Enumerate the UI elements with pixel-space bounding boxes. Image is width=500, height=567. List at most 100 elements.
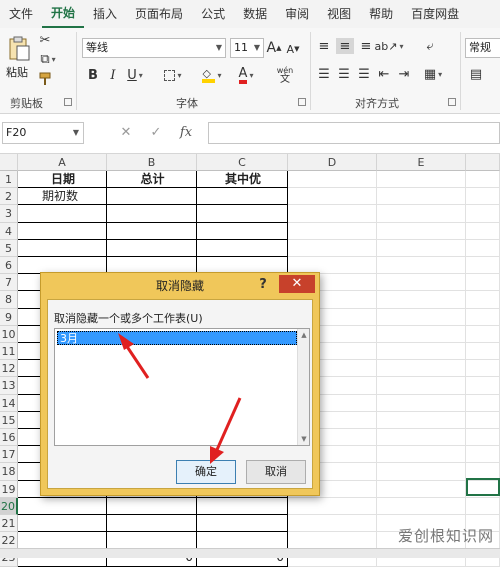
row-header-17[interactable]: 17 <box>0 446 18 464</box>
cell-f20[interactable] <box>466 497 500 515</box>
cell-e15[interactable] <box>377 411 466 429</box>
cell-a21[interactable] <box>18 515 107 533</box>
cell-f16[interactable] <box>466 429 500 447</box>
align-left-icon[interactable]: ☰ <box>316 66 332 82</box>
cell-e4[interactable] <box>377 222 466 240</box>
column-header-d[interactable]: D <box>288 154 377 171</box>
cell-b4[interactable] <box>107 222 197 240</box>
cell-e18[interactable] <box>377 463 466 481</box>
cell-f2[interactable] <box>466 188 500 206</box>
decrease-indent-icon[interactable]: ⇤ <box>376 66 392 82</box>
cell-e16[interactable] <box>377 429 466 447</box>
scroll-down-icon[interactable]: ▼ <box>298 433 310 445</box>
row-header-9[interactable]: 9 <box>0 308 18 326</box>
cell-f5[interactable] <box>466 239 500 257</box>
wrap-text-icon[interactable]: ⤶ <box>422 38 438 54</box>
paste-label[interactable]: 粘贴 <box>6 64 28 80</box>
cell-a4[interactable] <box>18 222 107 240</box>
column-header-f[interactable] <box>466 154 500 171</box>
cell-f7[interactable] <box>466 274 500 292</box>
cell-b1[interactable]: 总计 <box>107 171 197 189</box>
align-center-icon[interactable]: ☰ <box>336 66 352 82</box>
phonetic-button[interactable]: wén 文 <box>272 64 298 86</box>
tab-view[interactable]: 视图 <box>318 0 360 28</box>
cell-a5[interactable] <box>18 239 107 257</box>
tab-baidu-netdisk[interactable]: 百度网盘 <box>402 0 468 28</box>
vertical-scrollbar[interactable]: ▲ ▼ <box>297 329 309 445</box>
cell-b21[interactable] <box>107 515 197 533</box>
tab-help[interactable]: 帮助 <box>360 0 402 28</box>
cell-d21[interactable] <box>288 515 377 533</box>
cell-c5[interactable] <box>197 239 288 257</box>
cell-e19[interactable] <box>377 480 466 498</box>
cell-c21[interactable] <box>197 515 288 533</box>
row-header-6[interactable]: 6 <box>0 257 18 275</box>
font-name-select[interactable]: 等线 ▼ <box>82 38 226 58</box>
cell-f15[interactable] <box>466 411 500 429</box>
row-header-13[interactable]: 13 <box>0 377 18 395</box>
cell-c4[interactable] <box>197 222 288 240</box>
cell-e13[interactable] <box>377 377 466 395</box>
cell-b20[interactable] <box>107 497 197 515</box>
cell-c2[interactable] <box>197 188 288 206</box>
cell-f9[interactable] <box>466 308 500 326</box>
cell-a3[interactable] <box>18 205 107 223</box>
cell-e6[interactable] <box>377 257 466 275</box>
cell-f1[interactable] <box>466 171 500 189</box>
tab-page-layout[interactable]: 页面布局 <box>126 0 192 28</box>
cell-e7[interactable] <box>377 274 466 292</box>
row-header-1[interactable]: 1 <box>0 171 18 189</box>
copy-icon[interactable]: ⧉ ▾ <box>38 52 58 67</box>
tab-review[interactable]: 审阅 <box>276 0 318 28</box>
cell-d20[interactable] <box>288 497 377 515</box>
cell-b22[interactable] <box>107 532 197 550</box>
insert-function-icon[interactable]: fx <box>174 122 198 144</box>
cell-a22[interactable] <box>18 532 107 550</box>
cell-a1[interactable]: 日期 <box>18 171 107 189</box>
increase-indent-icon[interactable]: ⇥ <box>396 66 412 82</box>
cell-f17[interactable] <box>466 446 500 464</box>
cell-f10[interactable] <box>466 325 500 343</box>
cell-d1[interactable] <box>288 171 377 189</box>
cell-c1[interactable]: 其中优 <box>197 171 288 189</box>
row-header-21[interactable]: 21 <box>0 515 18 533</box>
cell-d3[interactable] <box>288 205 377 223</box>
close-icon[interactable]: ✕ <box>279 275 315 293</box>
cell-f13[interactable] <box>466 377 500 395</box>
merge-center-icon[interactable]: ▦ ▾ <box>420 66 446 82</box>
row-header-7[interactable]: 7 <box>0 274 18 292</box>
help-icon[interactable]: ? <box>255 276 271 294</box>
cell-e17[interactable] <box>377 446 466 464</box>
cell-e9[interactable] <box>377 308 466 326</box>
italic-button[interactable]: I <box>106 66 120 84</box>
fill-color-button[interactable]: ◇ ▾ <box>198 64 226 86</box>
shrink-font-button[interactable]: A ▼ <box>286 40 300 58</box>
row-header-22[interactable]: 22 <box>0 532 18 550</box>
cell-a20[interactable] <box>18 497 107 515</box>
tab-file[interactable]: 文件 <box>0 0 42 28</box>
row-header-15[interactable]: 15 <box>0 411 18 429</box>
row-header-8[interactable]: 8 <box>0 291 18 309</box>
column-header-a[interactable]: A <box>18 154 107 171</box>
cell-b3[interactable] <box>107 205 197 223</box>
confirm-edit-icon[interactable]: ✓ <box>144 122 168 144</box>
align-right-icon[interactable]: ☰ <box>356 66 372 82</box>
cell-e12[interactable] <box>377 360 466 378</box>
cell-e11[interactable] <box>377 343 466 361</box>
cut-icon[interactable]: ✂ <box>38 33 52 48</box>
align-top-icon[interactable]: ≡ <box>316 38 332 54</box>
cell-c3[interactable] <box>197 205 288 223</box>
ok-button[interactable]: 确定 <box>176 460 236 484</box>
cell-d5[interactable] <box>288 239 377 257</box>
font-color-button[interactable]: A ▾ <box>232 64 260 86</box>
row-header-12[interactable]: 12 <box>0 360 18 378</box>
column-header-e[interactable]: E <box>377 154 466 171</box>
scroll-up-icon[interactable]: ▲ <box>298 329 310 341</box>
row-header-4[interactable]: 4 <box>0 222 18 240</box>
column-header-c[interactable]: C <box>197 154 288 171</box>
cell-b2[interactable] <box>107 188 197 206</box>
cell-f14[interactable] <box>466 394 500 412</box>
row-header-2[interactable]: 2 <box>0 188 18 206</box>
cell-c20[interactable] <box>197 497 288 515</box>
paste-button[interactable] <box>6 34 32 64</box>
